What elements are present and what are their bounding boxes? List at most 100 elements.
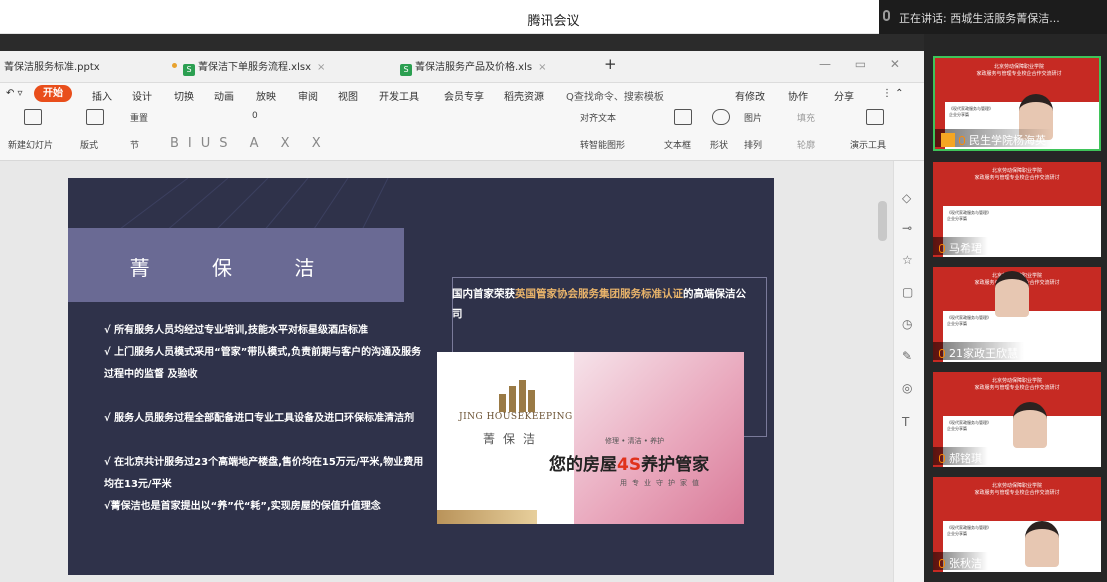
meeting-title-bar: 腾讯会议 正在讲话: 西城生活服务菁保洁... (0, 0, 1107, 34)
font-size-select[interactable]: 0 (252, 111, 258, 121)
brand-box: 菁 保 洁 (68, 228, 404, 302)
copy-tool-icon[interactable]: ▢ (902, 285, 913, 299)
picture-button[interactable]: 图片 (744, 111, 762, 124)
present-tools-icon[interactable] (866, 109, 884, 125)
search-icon: Q (566, 92, 574, 103)
menu-member[interactable]: 会员专享 (444, 88, 484, 103)
menu-animation[interactable]: 动画 (214, 88, 234, 103)
font-format-icons[interactable]: BIUS A X X (170, 136, 330, 151)
participant-name-label: 民生学院杨海英 (935, 129, 1052, 147)
tab-xls-price[interactable]: S 菁保洁服务产品及价格.xls × (400, 58, 546, 76)
slide-canvas[interactable]: 菁 保 洁 √ 所有服务人员均经过专业培训,技能水平对标星级酒店标准 √ 上门服… (68, 178, 774, 575)
locate-tool-icon[interactable]: ◎ (902, 381, 912, 395)
mic-icon (883, 10, 890, 21)
menu-start[interactable]: 开始 (34, 85, 72, 102)
avatar-icon (941, 133, 955, 147)
mic-icon (939, 559, 945, 568)
shared-screen: 菁保洁服务标准.pptx S 菁保洁下单服务流程.xlsx × S 菁保洁服务产品及价… (0, 34, 924, 582)
menu-view[interactable]: 视图 (338, 88, 358, 103)
unsaved-dot-icon (172, 63, 177, 68)
vertical-scrollbar[interactable] (878, 201, 887, 241)
text-tool-icon[interactable]: T (902, 415, 909, 429)
shape-tool-icon[interactable]: ◇ (902, 191, 911, 205)
bullet-3: √ 服务人员服务过程全部配备进口专业工具设备及进口环保标准清洁剂 (104, 413, 415, 424)
reset-button[interactable]: 重置 (130, 111, 148, 124)
layout-button[interactable]: 版式 (80, 138, 98, 151)
slogan: 您的房屋4S养护管家 (549, 450, 709, 475)
window-controls[interactable]: — ▭ ✕ (819, 57, 910, 71)
adjust-tool-icon[interactable]: ⊸ (902, 221, 912, 235)
outline-button[interactable]: 轮廓 (797, 138, 815, 151)
shape-button[interactable]: 形状 (710, 138, 728, 151)
participant-name: 民生学院杨海英 (969, 134, 1046, 147)
new-slide-button[interactable]: 新建幻灯片 (8, 138, 53, 151)
slogan-pre: 您的房屋 (549, 455, 617, 475)
menu-slideshow[interactable]: 放映 (256, 88, 276, 103)
textbox-button[interactable]: 文本框 (664, 138, 691, 151)
tagline: 修理 • 清洁 • 养护 (605, 437, 665, 445)
side-toolbar: ◇ ⊸ ☆ ▢ ◷ ✎ ◎ T (893, 161, 924, 582)
textbox-icon[interactable] (674, 109, 692, 125)
more-icon[interactable]: ⋮ ⌃ (882, 88, 904, 99)
changes-button[interactable]: 有修改 (735, 88, 765, 103)
menu-insert[interactable]: 插入 (92, 88, 112, 103)
video-header: 北京劳动保障职业学院 家政服务与管理专业校企合作交流研讨 (974, 168, 1060, 181)
tab-label: 菁保洁服务产品及价格.xls (415, 62, 533, 73)
mic-icon (939, 349, 945, 358)
gold-bar (437, 510, 537, 524)
menu-developer[interactable]: 开发工具 (379, 88, 419, 103)
tab-pptx[interactable]: 菁保洁服务标准.pptx (4, 58, 100, 76)
building-logo-icon (499, 380, 535, 412)
new-tab-button[interactable]: + (604, 55, 617, 73)
section-button[interactable]: 节 (130, 138, 139, 151)
share-button[interactable]: 分享 (834, 88, 854, 103)
fill-button[interactable]: 填充 (797, 111, 815, 124)
close-icon[interactable]: × (538, 62, 546, 73)
video-header: 北京劳动保障职业学院 家政服务与管理专业校企合作交流研讨 (974, 483, 1060, 496)
slogan-highlight: 4S (617, 455, 642, 475)
close-icon[interactable]: × (317, 62, 325, 73)
video-header: 北京劳动保障职业学院 家政服务与管理专业校企合作交流研讨 (974, 378, 1060, 391)
tab-label: 菁保洁服务标准.pptx (4, 62, 100, 73)
brand-image: JING HOUSEKEEPING 菁保洁 修理 • 清洁 • 养护 您的房屋4… (437, 352, 744, 524)
smart-shape-button[interactable]: 转智能图形 (580, 138, 625, 151)
participant-name: 张秋洁 (949, 557, 982, 570)
menu-docer[interactable]: 稻壳资源 (504, 88, 544, 103)
participant-tile[interactable]: 北京劳动保障职业学院 家政服务与管理专业校企合作交流研讨 《现代家政服务与管理》… (933, 162, 1101, 257)
speaking-text: 正在讲话: 西城生活服务菁保洁... (899, 12, 1060, 25)
bullet-2: √ 上门服务人员模式采用“管家”带队模式,负责前期与客户的沟通及服务过程中的监督… (104, 347, 422, 380)
time-tool-icon[interactable]: ◷ (902, 317, 912, 331)
collaborate-button[interactable]: 协作 (788, 88, 808, 103)
video-subtitle: 《现代家政服务与管理》 企业分享篇 (949, 106, 993, 117)
present-tools-button[interactable]: 演示工具 (850, 138, 886, 151)
participant-tile[interactable]: 北京劳动保障职业学院 家政服务与管理专业校企合作交流研讨 《现代家政服务与管理》… (933, 477, 1101, 572)
participant-tile[interactable]: 北京劳动保障职业学院 家政服务与管理专业校企合作交流研讨 《现代家政服务与管理》… (933, 372, 1101, 467)
slogan-sub: 用专业守护家值 (620, 479, 704, 487)
edit-tool-icon[interactable]: ✎ (902, 349, 912, 363)
star-tool-icon[interactable]: ☆ (902, 253, 913, 267)
align-text-button[interactable]: 对齐文本 (580, 111, 616, 124)
certification-text: 国内首家荣获英国管家协会服务集团服务标准认证的高端保洁公司 (452, 284, 752, 324)
participant-tile[interactable]: 北京劳动保障职业学院 家政服务与管理专业校企合作交流研讨 《现代家政服务与管理》… (933, 267, 1101, 362)
participant-name: 郝铭琪 (949, 452, 982, 465)
participant-tile[interactable]: 北京劳动保障职业学院 家政服务与管理专业校企合作交流研讨 《现代家政服务与管理》… (933, 56, 1101, 151)
layout-icon[interactable] (86, 109, 104, 125)
menu-review[interactable]: 审阅 (298, 88, 318, 103)
share-top-strip (0, 34, 924, 51)
speaking-indicator: 正在讲话: 西城生活服务菁保洁... (879, 0, 1107, 34)
shape-icon[interactable] (712, 109, 730, 125)
menu-design[interactable]: 设计 (132, 88, 152, 103)
menu-transition[interactable]: 切换 (174, 88, 194, 103)
cert-pre: 国内首家荣获 (452, 288, 515, 300)
slide-workarea: 菁 保 洁 √ 所有服务人员均经过专业培训,技能水平对标星级酒店标准 √ 上门服… (0, 161, 924, 582)
ribbon: 新建幻灯片 版式 重置 节 0 BIUS A X X 对齐文本 转智能图形 文本… (0, 105, 924, 161)
undo-icon[interactable]: ↶ ▿ (6, 88, 23, 99)
video-header: 北京劳动保障职业学院 家政服务与管理专业校企合作交流研讨 (976, 64, 1062, 77)
video-subtitle: 《现代家政服务与管理》 企业分享篇 (947, 315, 991, 326)
tab-xlsx-order[interactable]: S 菁保洁下单服务流程.xlsx × (172, 58, 325, 76)
bullet-1: √ 所有服务人员均经过专业培训,技能水平对标星级酒店标准 (104, 325, 368, 336)
participant-name-label: 马希珺 (933, 237, 988, 255)
new-slide-icon[interactable] (24, 109, 42, 125)
arrange-button[interactable]: 排列 (744, 138, 762, 151)
command-search[interactable]: Q查找命令、搜索模板 (566, 88, 664, 103)
